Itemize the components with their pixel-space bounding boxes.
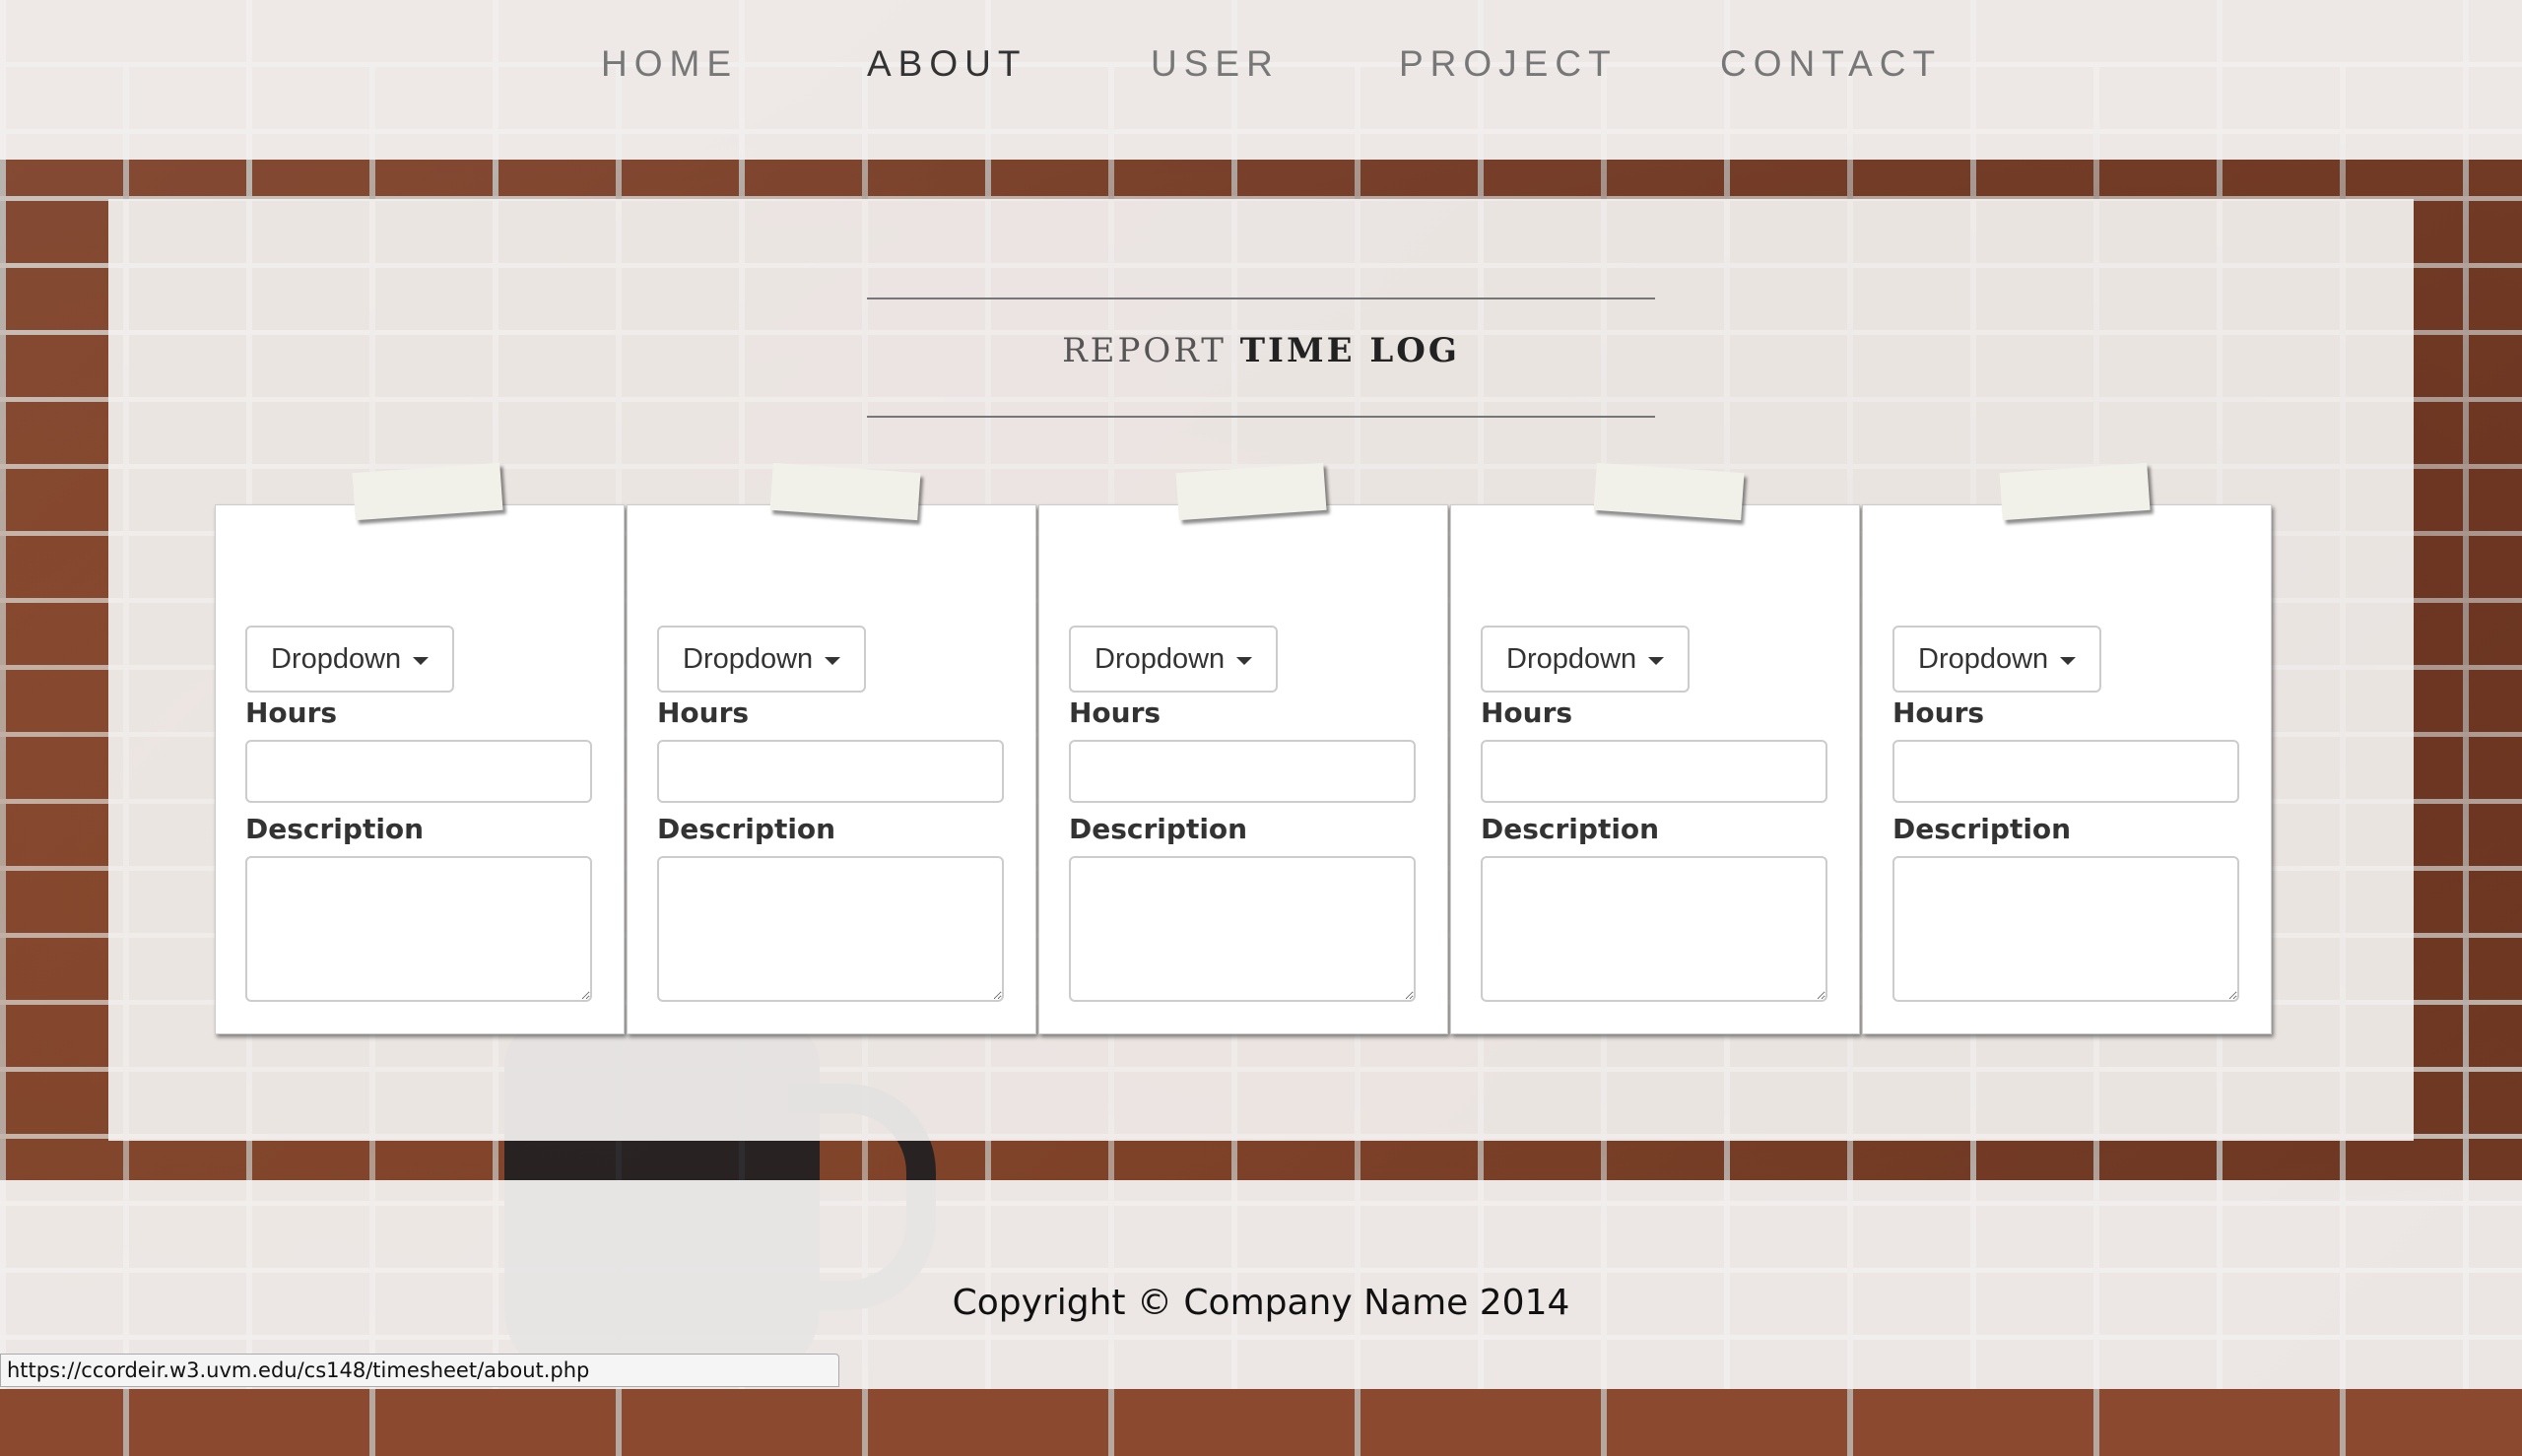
description-label: Description [1069,813,1248,845]
caret-down-icon [2060,657,2077,665]
tape-strip [1593,462,1745,521]
description-label: Description [245,813,425,845]
project-dropdown-button[interactable]: Dropdown [245,626,455,693]
dropdown-label: Dropdown [271,642,402,675]
time-log-card: Dropdown Hours Description [1862,462,2272,1034]
project-dropdown-button[interactable]: Dropdown [1069,626,1279,693]
title-prefix: REPORT [1062,331,1227,370]
description-textarea[interactable] [1481,856,1827,1002]
hours-input[interactable] [1481,740,1827,803]
top-navbar: HOME ABOUT USER PROJECT CONTACT [0,0,2522,160]
dropdown-label: Dropdown [1506,642,1637,675]
dropdown-label: Dropdown [1918,642,2049,675]
description-textarea[interactable] [1069,856,1416,1002]
time-log-card: Dropdown Hours Description [1450,462,1860,1034]
description-label: Description [657,813,836,845]
nav-link-contact[interactable]: CONTACT [1720,43,1942,85]
description-textarea[interactable] [1892,856,2239,1002]
tape-strip [1175,462,1327,521]
description-label: Description [1481,813,1660,845]
hours-label: Hours [657,696,750,729]
project-dropdown-button[interactable]: Dropdown [1892,626,2102,693]
tape-strip [352,462,503,521]
copyright-text: Copyright © Company Name 2014 [952,1283,1570,1323]
page-title: REPORT TIME LOG [867,331,1655,370]
dropdown-label: Dropdown [683,642,814,675]
nav-list: HOME ABOUT USER PROJECT CONTACT [0,0,2522,138]
description-textarea[interactable] [245,856,592,1002]
nav-link-about[interactable]: ABOUT [867,43,1027,85]
hours-input[interactable] [1892,740,2239,803]
caret-down-icon [413,657,430,665]
description-textarea[interactable] [657,856,1004,1002]
time-log-card: Dropdown Hours Description [1038,462,1448,1034]
hours-input[interactable] [1069,740,1416,803]
hours-label: Hours [245,696,338,729]
time-log-card: Dropdown Hours Description [215,462,625,1034]
hours-label: Hours [1481,696,1573,729]
title-bottom-rule [867,416,1655,418]
dropdown-label: Dropdown [1095,642,1226,675]
caret-down-icon [1236,657,1253,665]
nav-link-project[interactable]: PROJECT [1399,43,1618,85]
hours-input[interactable] [657,740,1004,803]
hours-label: Hours [1069,696,1161,729]
tape-strip [1999,462,2151,521]
browser-status-bar: https://ccordeir.w3.uvm.edu/cs148/timesh… [0,1354,839,1387]
description-label: Description [1892,813,2072,845]
project-dropdown-button[interactable]: Dropdown [1481,626,1691,693]
project-dropdown-button[interactable]: Dropdown [657,626,867,693]
caret-down-icon [825,657,841,665]
hours-input[interactable] [245,740,592,803]
nav-link-user[interactable]: USER [1151,43,1280,85]
title-top-rule [867,298,1655,299]
tape-strip [769,462,921,521]
caret-down-icon [1648,657,1665,665]
nav-link-home[interactable]: HOME [601,43,738,85]
hours-label: Hours [1892,696,1985,729]
time-log-card: Dropdown Hours Description [627,462,1036,1034]
title-main: TIME LOG [1239,331,1460,370]
